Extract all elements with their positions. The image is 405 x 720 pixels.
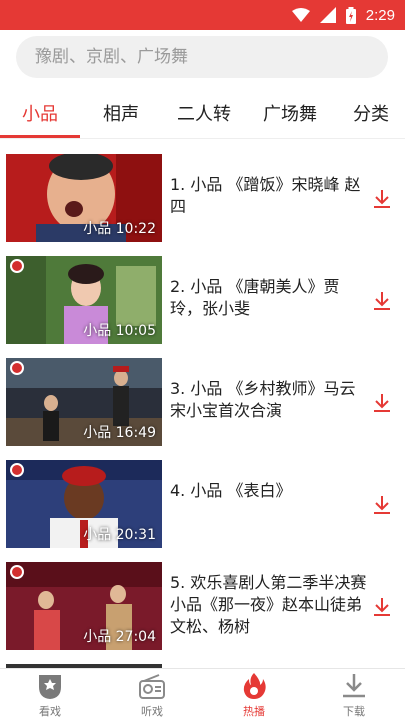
download-icon[interactable]: [371, 494, 393, 516]
download-icon[interactable]: [371, 392, 393, 414]
video-title[interactable]: 4. 小品 《表白》: [170, 480, 370, 502]
video-thumbnail[interactable]: 小品 20:31: [6, 460, 162, 548]
tab-divider: [0, 138, 405, 139]
video-badge: 小品 10:22: [83, 221, 156, 237]
video-title[interactable]: 5. 欢乐喜剧人第二季半决赛小品《那一夜》赵本山徒弟文松、杨树: [170, 572, 370, 638]
category-tabs: 小品 相声 二人转 广场舞 分类: [0, 88, 405, 138]
nav-label: 下载: [343, 705, 365, 718]
nav-tingxi[interactable]: 听戏: [122, 671, 182, 720]
video-title[interactable]: 3. 小品 《乡村教师》马云宋小宝首次合演: [170, 378, 370, 422]
bottom-nav: 看戏 听戏 热播 下载: [0, 668, 405, 720]
nav-label: 热播: [243, 705, 265, 718]
tab-guangchangwu[interactable]: 广场舞: [248, 88, 332, 138]
battery-icon: [345, 6, 356, 24]
video-title[interactable]: 2. 小品 《唐朝美人》贾玲，张小斐: [170, 276, 370, 320]
channel-logo: [10, 565, 24, 579]
status-bar: 2:29: [0, 0, 405, 30]
search-bar[interactable]: [16, 36, 388, 78]
download-icon[interactable]: [371, 596, 393, 618]
video-title[interactable]: 1. 小品 《蹭饭》宋晓峰 赵四: [170, 174, 370, 218]
download-icon[interactable]: [371, 290, 393, 312]
video-thumbnail[interactable]: 小品 10:05: [6, 256, 162, 344]
tab-errenzhuan[interactable]: 二人转: [162, 88, 246, 138]
list-item[interactable]: 小品 10:22 1. 小品 《蹭饭》宋晓峰 赵四: [0, 148, 405, 242]
nav-label: 看戏: [39, 705, 61, 718]
flame-icon: [243, 673, 266, 699]
video-thumbnail[interactable]: 小品 16:49: [6, 358, 162, 446]
nav-xiazai[interactable]: 下载: [324, 671, 384, 720]
radio-icon: [139, 674, 165, 699]
video-thumbnail[interactable]: 小品 27:04: [6, 562, 162, 650]
video-badge: 小品 27:04: [83, 629, 156, 645]
status-icons: 2:29: [291, 6, 395, 24]
status-time: 2:29: [365, 6, 395, 24]
list-item[interactable]: 小品 27:04 5. 欢乐喜剧人第二季半决赛小品《那一夜》赵本山徒弟文松、杨树: [0, 556, 405, 650]
download-icon[interactable]: [371, 188, 393, 210]
list-item[interactable]: 小品 16:49 3. 小品 《乡村教师》马云宋小宝首次合演: [0, 352, 405, 446]
download-icon: [343, 674, 365, 698]
channel-logo: [10, 463, 24, 477]
tab-xiaopin[interactable]: 小品: [0, 88, 80, 138]
list-item[interactable]: 小品 20:31 4. 小品 《表白》: [0, 454, 405, 548]
video-badge: 小品 10:05: [83, 323, 156, 339]
nav-kanxi[interactable]: 看戏: [20, 671, 80, 720]
list-item[interactable]: 小品 10:05 2. 小品 《唐朝美人》贾玲，张小斐: [0, 250, 405, 344]
tab-xiangsheng[interactable]: 相声: [82, 88, 160, 138]
opera-mask-icon: [39, 675, 61, 699]
video-thumbnail[interactable]: 小品 10:22: [6, 154, 162, 242]
tab-fenlei[interactable]: 分类: [336, 88, 405, 138]
nav-rebo[interactable]: 热播: [224, 671, 284, 720]
search-input[interactable]: [16, 36, 388, 78]
list-item[interactable]: [0, 658, 405, 668]
nav-label: 听戏: [141, 705, 163, 718]
channel-logo: [10, 361, 24, 375]
video-badge: 小品 16:49: [83, 425, 156, 441]
wifi-icon: [291, 8, 310, 22]
channel-logo: [10, 259, 24, 273]
signal-icon: [319, 7, 336, 23]
video-list[interactable]: 小品 10:22 1. 小品 《蹭饭》宋晓峰 赵四 小品 10:05 2. 小品…: [0, 148, 405, 668]
video-badge: 小品 20:31: [83, 527, 156, 543]
